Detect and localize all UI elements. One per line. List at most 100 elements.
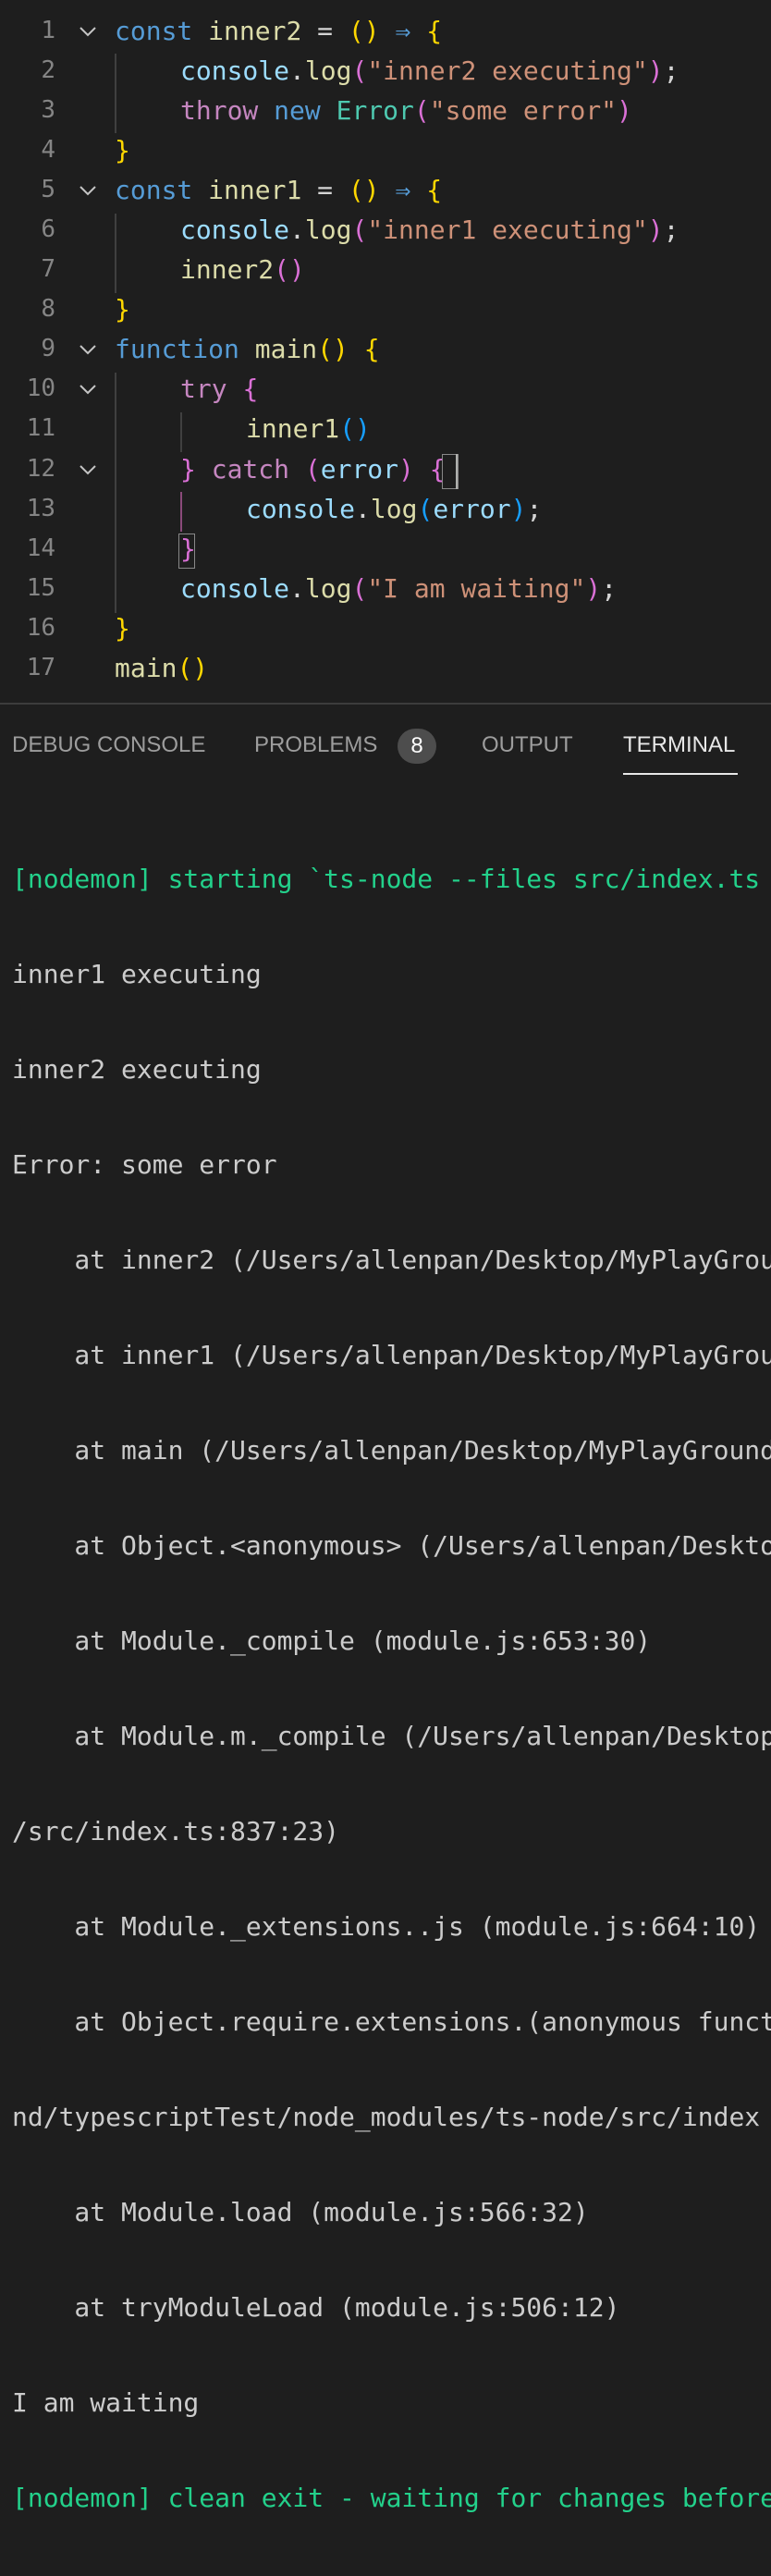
code-token: = xyxy=(317,175,334,205)
line-number: 5 xyxy=(41,176,55,203)
terminal-line: at Object.require.extensions.(anonymous … xyxy=(12,2006,771,2037)
fold-chevron-icon[interactable] xyxy=(78,340,98,359)
code-token: "inner1 executing" xyxy=(367,215,648,245)
code-line[interactable]: 15 console.log("I am waiting"); xyxy=(0,569,771,608)
code-token: inner2 xyxy=(180,254,275,285)
tab-debug-console[interactable]: DEBUG CONSOLE xyxy=(12,730,205,760)
terminal-line: /src/index.ts:837:23) xyxy=(12,1816,340,1846)
code-token: "I am waiting" xyxy=(367,573,586,604)
line-number: 12 xyxy=(26,455,55,483)
active-tab-indicator xyxy=(623,773,738,775)
code-token: new xyxy=(274,95,321,126)
code-token: "some error" xyxy=(429,95,618,126)
terminal-line: inner1 executing xyxy=(12,959,262,989)
line-number: 11 xyxy=(26,414,55,442)
code-line[interactable]: 17 main() xyxy=(0,648,771,688)
bottom-panel: DEBUG CONSOLE PROBLEMS 8 OUTPUT TERMINAL… xyxy=(0,703,771,2513)
code-token: "inner2 executing" xyxy=(367,55,648,86)
code-line[interactable]: 16 } xyxy=(0,608,771,648)
text-cursor xyxy=(456,454,458,489)
code-token: inner2 xyxy=(208,16,302,46)
terminal-line: [nodemon] starting `ts-node --files src/… xyxy=(12,864,761,894)
terminal-line: I am waiting xyxy=(12,2387,200,2418)
bracket-match-highlight xyxy=(178,534,195,569)
code-token: } xyxy=(180,454,196,485)
code-token: } xyxy=(115,135,130,166)
code-line[interactable]: 11 inner1() xyxy=(0,409,771,448)
line-number: 4 xyxy=(41,136,55,164)
line-number: 17 xyxy=(26,654,55,681)
code-line[interactable]: 7 inner2() xyxy=(0,250,771,289)
code-token: const xyxy=(115,16,193,46)
code-token: . xyxy=(355,494,371,524)
code-token: ) xyxy=(510,494,527,524)
code-token: ( xyxy=(339,413,356,444)
terminal-output[interactable]: [nodemon] starting `ts-node --files src/… xyxy=(12,801,771,2576)
terminal-line: at Module.load (module.js:566:32) xyxy=(12,2197,589,2227)
code-token: . xyxy=(289,55,305,86)
code-token: ; xyxy=(663,215,679,245)
code-token: { xyxy=(426,16,443,46)
code-token: ( xyxy=(274,254,290,285)
code-token: log xyxy=(304,573,352,604)
code-token: ) xyxy=(585,573,602,604)
terminal-line: at Object.<anonymous> (/Users/allenpan/D… xyxy=(12,1530,771,1561)
code-token: console xyxy=(180,215,290,245)
fold-chevron-icon[interactable] xyxy=(78,22,98,41)
code-line[interactable]: 2 console.log("inner2 executing"); xyxy=(0,51,771,91)
tab-terminal[interactable]: TERMINAL xyxy=(623,730,735,760)
line-number: 15 xyxy=(26,574,55,602)
terminal-line: Error: some error xyxy=(12,1149,277,1180)
code-editor[interactable]: 1 const inner2 = () ⇒ { 2 console.log("i… xyxy=(0,0,771,703)
code-token: ) xyxy=(355,413,371,444)
code-token: ( xyxy=(351,55,368,86)
code-token: log xyxy=(370,494,418,524)
code-token: ) xyxy=(398,454,414,485)
code-line[interactable]: 5 const inner1 = () ⇒ { xyxy=(0,170,771,210)
terminal-line: at Module._extensions..js (module.js:664… xyxy=(12,1911,761,1942)
code-token: ) xyxy=(333,334,349,364)
code-token: ; xyxy=(526,494,543,524)
code-token: main xyxy=(254,334,318,364)
code-token: ( xyxy=(351,215,368,245)
line-number: 6 xyxy=(41,215,55,243)
code-line[interactable]: 10 try { xyxy=(0,369,771,409)
code-line[interactable]: 8 } xyxy=(0,289,771,329)
terminal-line: at Module.m._compile (/Users/allenpan/De… xyxy=(12,1721,771,1751)
code-token: } xyxy=(115,613,130,644)
code-line[interactable]: 3 throw new Error("some error") xyxy=(0,91,771,130)
code-token: ( xyxy=(177,653,193,683)
code-token: console xyxy=(180,573,290,604)
tab-output[interactable]: OUTPUT xyxy=(482,730,573,760)
code-token: . xyxy=(289,215,305,245)
code-token: inner1 xyxy=(246,413,340,444)
fold-chevron-icon[interactable] xyxy=(78,181,98,200)
code-token: { xyxy=(426,175,443,205)
code-line-current[interactable]: 12 } catch (error) { xyxy=(0,449,771,489)
code-token: ) xyxy=(289,254,305,285)
code-token: ) xyxy=(363,175,380,205)
code-token: console xyxy=(180,55,290,86)
fold-chevron-icon[interactable] xyxy=(78,460,98,479)
tab-problems[interactable]: PROBLEMS xyxy=(254,730,377,760)
line-number: 10 xyxy=(26,374,55,402)
terminal-line: inner2 executing xyxy=(12,1054,262,1085)
code-line[interactable]: 13 console.log(error); xyxy=(0,489,771,529)
fold-chevron-icon[interactable] xyxy=(78,380,98,399)
code-token: { xyxy=(363,334,380,364)
line-number: 16 xyxy=(26,614,55,642)
line-number: 1 xyxy=(41,17,55,44)
code-line[interactable]: 6 console.log("inner1 executing"); xyxy=(0,210,771,250)
code-line[interactable]: 1 const inner2 = () ⇒ { xyxy=(0,11,771,51)
terminal-line: at tryModuleLoad (module.js:506:12) xyxy=(12,2292,620,2323)
terminal-line: nd/typescriptTest/node_modules/ts-node/s… xyxy=(12,2102,761,2132)
code-line[interactable]: 9 function main() { xyxy=(0,329,771,369)
line-number: 14 xyxy=(26,534,55,562)
code-line[interactable]: 4 } xyxy=(0,130,771,170)
code-token: function xyxy=(115,334,239,364)
terminal-line: at Module._compile (module.js:653:30) xyxy=(12,1625,652,1656)
code-token: ) xyxy=(363,16,380,46)
code-line[interactable]: 14 } xyxy=(0,529,771,569)
code-token: ) xyxy=(647,55,664,86)
code-token: } xyxy=(115,294,130,325)
